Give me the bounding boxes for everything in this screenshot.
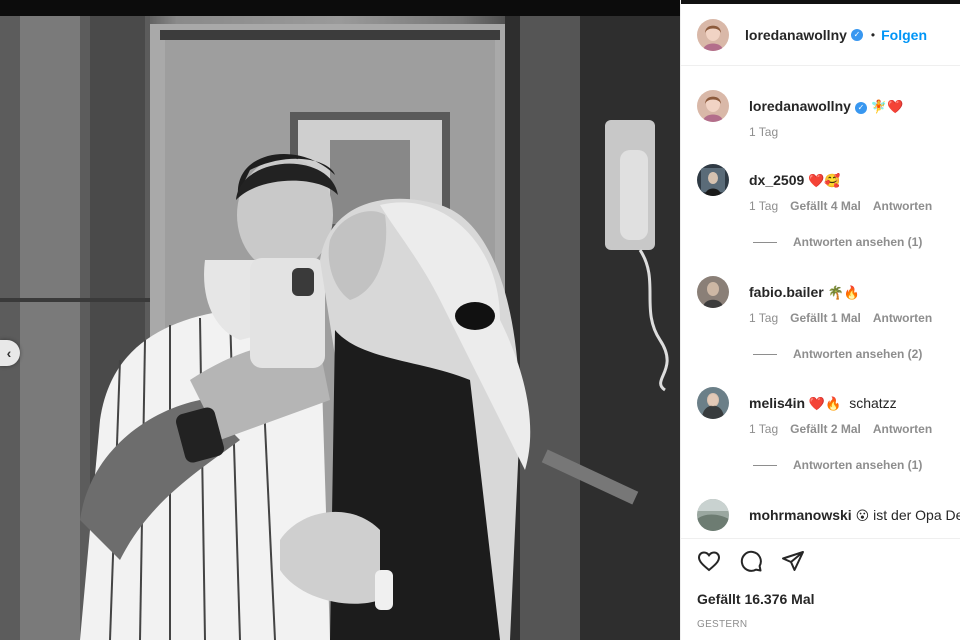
replies-line (753, 464, 777, 466)
replies-line (753, 353, 777, 355)
comment-time[interactable]: 1 Tag (749, 311, 778, 325)
commenter-avatar[interactable] (697, 499, 729, 531)
comment-time[interactable]: 1 Tag (749, 199, 778, 213)
post-header: loredanawollny ✓ • Folgen (681, 4, 960, 66)
view-replies-label: Antworten ansehen (1) (793, 458, 923, 472)
post-photo[interactable]: ‹ (0, 0, 680, 640)
comment-icon[interactable] (739, 549, 763, 573)
post-date: GESTERN (697, 619, 748, 630)
comment-likes[interactable]: Gefällt 1 Mal (790, 311, 861, 325)
view-replies-button[interactable]: Antworten ansehen (1) (753, 458, 922, 472)
comment-emojis: 🌴🔥 (827, 285, 860, 301)
comment-likes[interactable]: Gefällt 2 Mal (790, 422, 861, 436)
author-avatar[interactable] (697, 18, 729, 51)
heart-icon[interactable] (697, 549, 721, 573)
verified-badge-icon: ✓ (850, 28, 863, 41)
view-replies-label: Antworten ansehen (1) (793, 235, 923, 249)
follow-button[interactable]: Folgen (881, 27, 927, 43)
caption-emojis: 🧚❤️ (870, 99, 904, 115)
comment-emojis: 😮 (855, 508, 870, 524)
comment-time[interactable]: 1 Tag (749, 422, 778, 436)
commenter-username[interactable]: mohrmanowski (749, 507, 852, 523)
commenter-username[interactable]: fabio.bailer (749, 284, 824, 300)
commenter-username[interactable]: dx_2509 (749, 172, 804, 188)
commenter-username[interactable]: melis4in (749, 395, 805, 411)
view-replies-button[interactable]: Antworten ansehen (1) (753, 235, 922, 249)
comment-likes[interactable]: Gefällt 4 Mal (790, 199, 861, 213)
reply-button[interactable]: Antworten (873, 199, 932, 213)
comment-text: schatzz (849, 394, 897, 411)
comments-list: loredanawollny ✓ 🧚❤️ 1 Tag dx_2509 ❤️🥰 1 … (681, 67, 960, 537)
chevron-left-icon: ‹ (6, 345, 12, 361)
comment-meta: 1 Tag Gefällt 4 Mal Antworten (749, 199, 944, 213)
commenter-avatar[interactable] (697, 276, 729, 308)
share-icon[interactable] (781, 549, 805, 573)
replies-line (753, 241, 777, 243)
comment-item: dx_2509 ❤️🥰 1 Tag Gefällt 4 Mal Antworten … (697, 164, 960, 249)
comment-text: ist der Opa De (873, 506, 960, 523)
comment-meta: 1 Tag Gefällt 2 Mal Antworten (749, 422, 944, 436)
comment-item: mohrmanowski 😮 ist der Opa De (697, 499, 960, 531)
commenter-avatar[interactable] (697, 164, 729, 196)
likes-count[interactable]: Gefällt 16.376 Mal (697, 591, 815, 607)
view-replies-label: Antworten ansehen (2) (793, 347, 923, 361)
verified-badge-icon: ✓ (854, 101, 867, 114)
caption: loredanawollny ✓ 🧚❤️ 1 Tag (697, 90, 960, 139)
post-sidebar: loredanawollny ✓ • Folgen loredanawollny… (680, 0, 960, 640)
reply-button[interactable]: Antworten (873, 311, 932, 325)
comment-item: fabio.bailer 🌴🔥 1 Tag Gefällt 1 Mal Antwor… (697, 276, 960, 361)
comment-emojis: ❤️🔥 (808, 396, 842, 412)
comment-item: melis4in ❤️🔥 schatzz 1 Tag Gefällt 2 Mal A… (697, 387, 960, 472)
caption-meta: 1 Tag (749, 125, 790, 139)
comment-meta: 1 Tag Gefällt 1 Mal Antworten (749, 311, 944, 325)
view-replies-button[interactable]: Antworten ansehen (2) (753, 347, 922, 361)
comment-emojis: ❤️🥰 (808, 173, 841, 189)
photo-illustration (0, 16, 680, 640)
commenter-avatar[interactable] (697, 387, 729, 419)
caption-username[interactable]: loredanawollny (749, 98, 851, 114)
reply-button[interactable]: Antworten (873, 422, 932, 436)
author-username[interactable]: loredanawollny (745, 27, 847, 43)
caption-time[interactable]: 1 Tag (749, 125, 778, 139)
post-actions: Gefällt 16.376 Mal GESTERN (681, 538, 960, 640)
separator-dot: • (870, 27, 876, 42)
caption-avatar[interactable] (697, 90, 729, 122)
